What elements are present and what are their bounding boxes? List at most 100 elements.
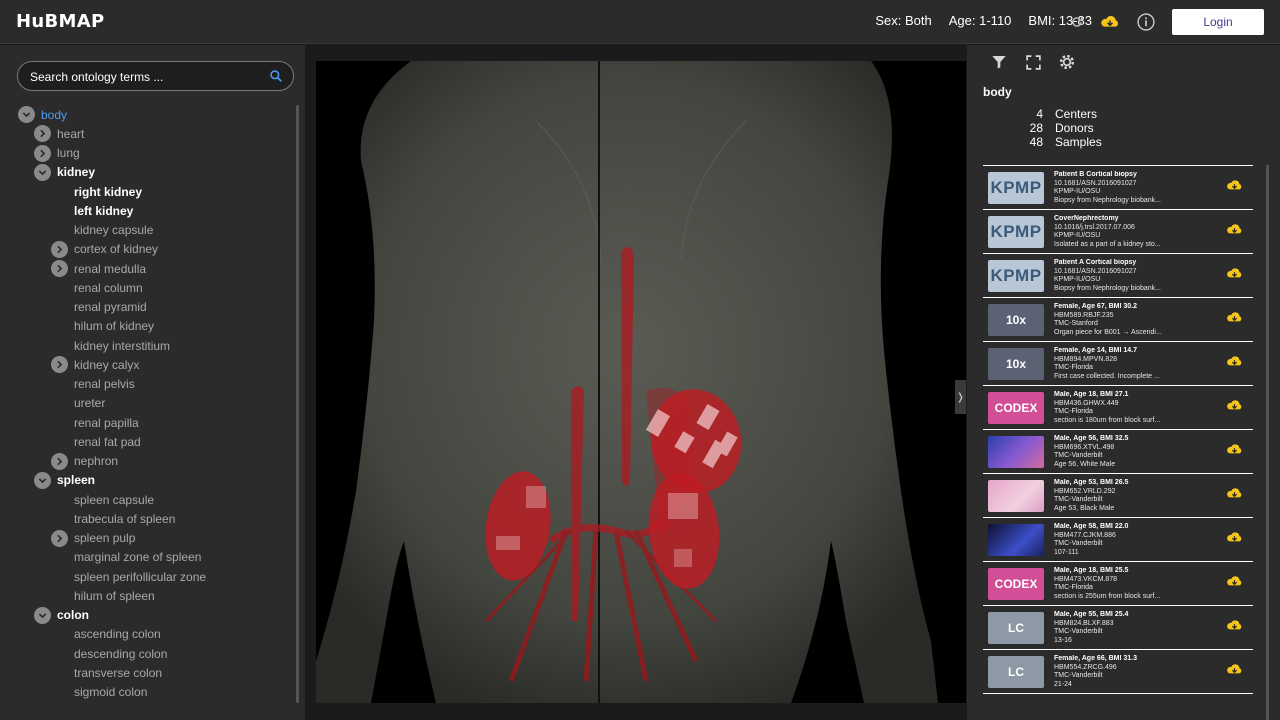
sample-thumbnail[interactable]: CODEX bbox=[988, 392, 1044, 424]
tree-node-label[interactable]: cortex of kidney bbox=[74, 242, 158, 256]
chevron-right-icon[interactable] bbox=[34, 144, 51, 162]
sample-thumbnail[interactable]: 10x bbox=[988, 348, 1044, 380]
hubmap-logo[interactable]: HuBMAP bbox=[16, 11, 104, 32]
tree-node[interactable]: nephron bbox=[51, 452, 118, 471]
sample-thumbnail[interactable] bbox=[988, 524, 1044, 556]
tree-node-label[interactable]: hilum of kidney bbox=[74, 319, 154, 333]
tree-node[interactable]: heart bbox=[34, 124, 84, 143]
chevron-down-icon[interactable] bbox=[18, 106, 35, 123]
tree-node-label[interactable]: ascending colon bbox=[74, 627, 161, 641]
search-input[interactable] bbox=[30, 68, 260, 86]
tree-node[interactable]: spleen capsule bbox=[51, 490, 154, 509]
sample-card[interactable]: CODEX Male, Age 18, BMI 27.1 HBM436.GHWX.4… bbox=[983, 386, 1253, 430]
tree-node-label[interactable]: trabecula of spleen bbox=[74, 512, 175, 526]
chevron-right-icon[interactable] bbox=[51, 529, 68, 547]
tree-node[interactable]: spleen pulp bbox=[51, 529, 135, 548]
tree-node-label[interactable]: renal fat pad bbox=[74, 435, 141, 449]
tree-node[interactable]: colon bbox=[34, 606, 89, 625]
sample-title[interactable]: CoverNephrectomy bbox=[1054, 215, 1219, 224]
tree-node-label[interactable]: renal papilla bbox=[74, 416, 139, 430]
tree-node-label[interactable]: body bbox=[41, 108, 67, 122]
sample-card[interactable]: 10x Female, Age 14, BMI 14.7 HBM894.MPVN.8… bbox=[983, 342, 1253, 386]
tree-node-label[interactable]: right kidney bbox=[74, 185, 142, 199]
sample-thumbnail[interactable]: KPMP bbox=[988, 260, 1044, 292]
download-icon[interactable] bbox=[1226, 311, 1243, 329]
sample-card[interactable]: Male, Age 56, BMI 32.5 HBM696.XTVL.498 TMC… bbox=[983, 430, 1253, 474]
tree-node-label[interactable]: marginal zone of spleen bbox=[74, 550, 201, 564]
sample-thumbnail[interactable]: 10x bbox=[988, 304, 1044, 336]
fullscreen-icon[interactable] bbox=[1021, 51, 1045, 73]
tree-node[interactable]: kidney calyx bbox=[51, 355, 139, 374]
download-icon[interactable] bbox=[1099, 11, 1121, 33]
tree-node[interactable]: renal papilla bbox=[51, 413, 139, 432]
tree-node[interactable]: kidney interstitium bbox=[51, 336, 170, 355]
chevron-down-icon[interactable] bbox=[34, 163, 51, 181]
tree-node-label[interactable]: renal pyramid bbox=[74, 300, 147, 314]
download-icon[interactable] bbox=[1226, 399, 1243, 417]
tree-node-label[interactable]: nephron bbox=[74, 454, 118, 468]
tree-node-label[interactable]: heart bbox=[57, 127, 84, 141]
age-filter[interactable]: Age: 1-110 bbox=[949, 13, 1012, 28]
tree-node-label[interactable]: sigmoid colon bbox=[74, 685, 147, 699]
download-icon[interactable] bbox=[1226, 355, 1243, 373]
tree-node[interactable]: right kidney bbox=[51, 182, 142, 201]
sample-title[interactable]: Patient A Cortical biopsy bbox=[1054, 259, 1219, 268]
tree-node[interactable]: renal medulla bbox=[51, 259, 146, 278]
sample-title[interactable]: Female, Age 14, BMI 14.7 bbox=[1054, 347, 1219, 356]
tree-node-label[interactable]: spleen perifollicular zone bbox=[74, 570, 206, 584]
sample-title[interactable]: Male, Age 55, BMI 25.4 bbox=[1054, 611, 1219, 620]
tree-node[interactable]: trabecula of spleen bbox=[51, 509, 175, 528]
tree-node-label[interactable]: renal pelvis bbox=[74, 377, 135, 391]
sample-card[interactable]: Male, Age 53, BMI 26.5 HBM652.VRLD.292 TMC… bbox=[983, 474, 1253, 518]
tree-node[interactable]: renal pelvis bbox=[51, 375, 135, 394]
download-icon[interactable] bbox=[1226, 487, 1243, 505]
tree-node-label[interactable]: ureter bbox=[74, 396, 105, 410]
sample-title[interactable]: Male, Age 18, BMI 27.1 bbox=[1054, 391, 1219, 400]
tree-node[interactable]: descending colon bbox=[51, 644, 167, 663]
tree-node[interactable]: sigmoid colon bbox=[51, 683, 147, 702]
sample-thumbnail[interactable]: LC bbox=[988, 612, 1044, 644]
login-button[interactable]: Login bbox=[1172, 9, 1264, 35]
download-icon[interactable] bbox=[1226, 531, 1243, 549]
tree-node-label[interactable]: kidney interstitium bbox=[74, 339, 170, 353]
sample-thumbnail[interactable]: KPMP bbox=[988, 216, 1044, 248]
chevron-right-icon[interactable] bbox=[51, 452, 68, 470]
sex-filter[interactable]: Sex: Both bbox=[875, 13, 931, 28]
sample-title[interactable]: Female, Age 66, BMI 31.3 bbox=[1054, 655, 1219, 664]
chevron-right-icon[interactable] bbox=[51, 356, 68, 374]
tree-node-label[interactable]: kidney bbox=[57, 165, 95, 179]
chevron-right-icon[interactable] bbox=[51, 260, 68, 277]
tree-node-label[interactable]: renal column bbox=[74, 281, 143, 295]
tree-node[interactable]: kidney capsule bbox=[51, 221, 153, 240]
tree-node[interactable]: hilum of kidney bbox=[51, 317, 154, 336]
chevron-right-icon[interactable] bbox=[51, 240, 68, 258]
tree-node[interactable]: lung bbox=[34, 144, 80, 163]
tree-node[interactable]: renal pyramid bbox=[51, 298, 147, 317]
tree-node-label[interactable]: hilum of spleen bbox=[74, 589, 155, 603]
tree-node[interactable]: renal column bbox=[51, 278, 143, 297]
sample-title[interactable]: Male, Age 56, BMI 32.5 bbox=[1054, 435, 1219, 444]
sample-card[interactable]: KPMP CoverNephrectomy 10.1016/j.trsl.2017.… bbox=[983, 210, 1253, 254]
sample-thumbnail[interactable]: LC bbox=[988, 656, 1044, 688]
tree-node-label[interactable]: spleen capsule bbox=[74, 493, 154, 507]
sample-card[interactable]: KPMP Patient B Cortical biopsy 10.1681/ASN… bbox=[983, 166, 1253, 210]
sample-title[interactable]: Male, Age 53, BMI 26.5 bbox=[1054, 479, 1219, 488]
chevron-right-icon[interactable] bbox=[34, 125, 51, 143]
sample-card[interactable]: CODEX Male, Age 18, BMI 25.5 HBM473.VKCM.8… bbox=[983, 562, 1253, 606]
refresh-icon[interactable] bbox=[1066, 11, 1088, 33]
tree-node[interactable]: renal fat pad bbox=[51, 432, 141, 451]
download-icon[interactable] bbox=[1226, 443, 1243, 461]
sample-card[interactable]: Male, Age 58, BMI 22.0 HBM477.CJKM.886 TMC… bbox=[983, 518, 1253, 562]
download-icon[interactable] bbox=[1226, 179, 1243, 197]
download-icon[interactable] bbox=[1226, 575, 1243, 593]
chevron-down-icon[interactable] bbox=[34, 606, 51, 624]
sample-card[interactable]: LC Male, Age 55, BMI 25.4 HBM824.BLXF.883 T… bbox=[983, 606, 1253, 650]
sample-title[interactable]: Male, Age 58, BMI 22.0 bbox=[1054, 523, 1219, 532]
body-3d-viewer[interactable] bbox=[316, 61, 966, 703]
tree-node[interactable]: left kidney bbox=[51, 201, 133, 220]
sample-title[interactable]: Female, Age 67, BMI 30.2 bbox=[1054, 303, 1219, 312]
tree-node-label[interactable]: kidney calyx bbox=[74, 358, 139, 372]
tree-node-label[interactable]: kidney capsule bbox=[74, 223, 153, 237]
sample-title[interactable]: Patient B Cortical biopsy bbox=[1054, 171, 1219, 180]
tree-scrollbar[interactable] bbox=[296, 105, 299, 703]
